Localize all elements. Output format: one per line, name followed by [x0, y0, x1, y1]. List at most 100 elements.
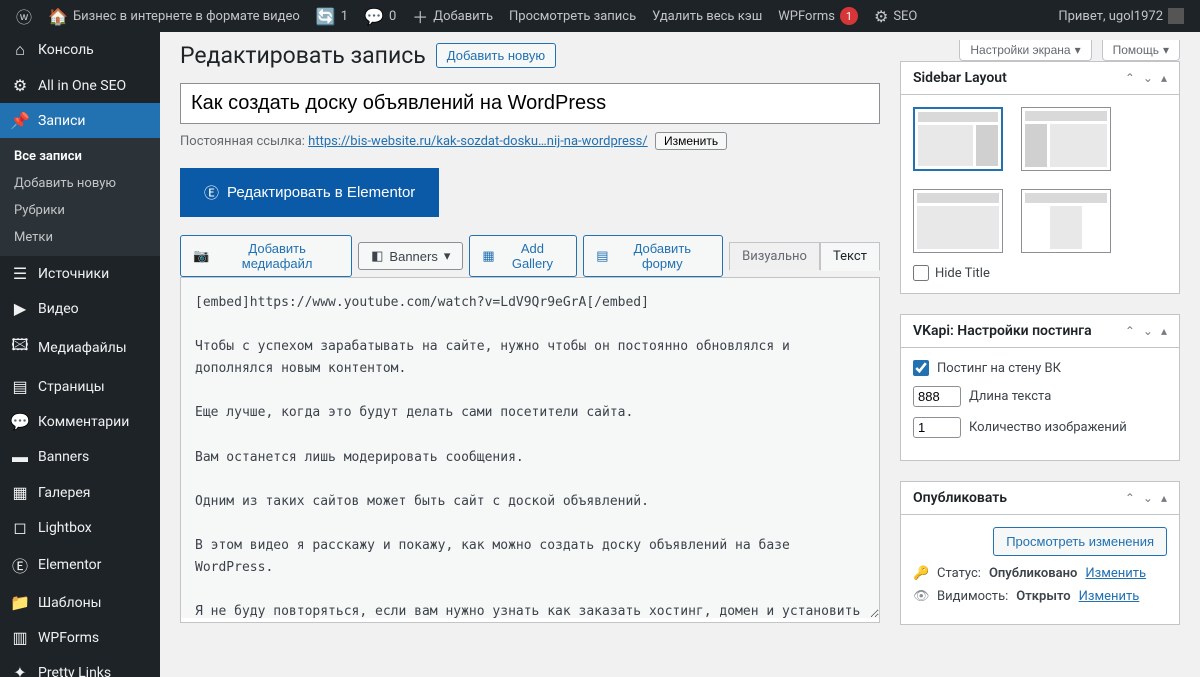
camera-icon: 📷 [193, 248, 209, 264]
chevron-down-icon: ▾ [1075, 43, 1081, 57]
move-up-icon[interactable]: ⌃ [1125, 71, 1135, 85]
publish-title: Опубликовать [913, 490, 1007, 506]
seo-bar[interactable]: ⚙SEO [866, 0, 925, 32]
post-content-textarea[interactable]: [embed]https://www.youtube.com/watch?v=L… [181, 278, 879, 618]
updates[interactable]: 🔄1 [308, 0, 356, 32]
vk-wall-label: Постинг на стену ВК [937, 361, 1061, 376]
move-down-icon[interactable]: ⌄ [1143, 491, 1153, 505]
add-new-button[interactable]: Добавить новую [436, 43, 556, 68]
add-media-button[interactable]: 📷Добавить медиафайл [180, 235, 352, 277]
menu-templates[interactable]: 📁Шаблоны [0, 585, 160, 620]
screen-options-button[interactable]: Настройки экрана▾ [959, 40, 1091, 61]
sidebar-layout-box: Sidebar Layout ⌃ ⌄ ▴ Hide Title [900, 61, 1180, 294]
vk-text-length-label: Длина текста [969, 389, 1051, 404]
vkapi-box: VKapi: Настройки постинга ⌃⌄▴ Постинг на… [900, 314, 1180, 461]
menu-comments[interactable]: 💬Комментарии [0, 404, 160, 439]
vk-images-count-label: Количество изображений [969, 420, 1127, 435]
menu-media[interactable]: 🖾Медиафайлы [0, 326, 160, 369]
aioseo-icon: ⚙ [10, 76, 30, 95]
gallery-icon: ▦ [482, 248, 494, 264]
menu-pages[interactable]: ▤Страницы [0, 369, 160, 404]
menu-elementor[interactable]: ⒺElementor [0, 545, 160, 585]
vk-text-length-input[interactable] [913, 386, 961, 407]
sidebar-layout-title: Sidebar Layout [913, 70, 1007, 86]
site-name[interactable]: 🏠Бизнес в интернете в формате видео [40, 0, 308, 32]
move-down-icon[interactable]: ⌄ [1143, 71, 1153, 85]
layout-left-sidebar[interactable] [1021, 107, 1111, 171]
submenu-all-posts[interactable]: Все записи [0, 143, 160, 170]
vk-wall-checkbox[interactable] [913, 360, 929, 376]
toggle-icon[interactable]: ▴ [1161, 71, 1167, 85]
menu-lightbox[interactable]: ◻Lightbox [0, 510, 160, 545]
move-up-icon[interactable]: ⌃ [1125, 324, 1135, 338]
wp-logo[interactable]: ⓦ [8, 0, 40, 32]
avatar [1168, 8, 1184, 24]
tab-text[interactable]: Текст [820, 242, 880, 271]
menu-banners[interactable]: ▬Banners [0, 439, 160, 475]
edit-with-elementor-button[interactable]: ⒺРедактировать в Elementor [180, 168, 439, 217]
toggle-icon[interactable]: ▴ [1161, 491, 1167, 505]
menu-aioseo[interactable]: ⚙All in One SEO [0, 68, 160, 103]
preview-changes-button[interactable]: Просмотреть изменения [993, 527, 1167, 556]
admin-sidebar: ⌂Консоль ⚙All in One SEO 📌Записи Все зап… [0, 32, 160, 677]
add-form-button[interactable]: ▤Добавить форму [583, 235, 723, 277]
status-edit-link[interactable]: Изменить [1085, 566, 1146, 581]
menu-posts[interactable]: 📌Записи [0, 103, 160, 138]
submenu-add-new[interactable]: Добавить новую [0, 170, 160, 197]
chevron-down-icon: ▾ [1163, 43, 1169, 57]
submenu-categories[interactable]: Рубрики [0, 197, 160, 224]
key-icon: 🔑 [913, 566, 929, 581]
permalink-row: Постоянная ссылка: https://bis-website.r… [180, 132, 880, 150]
submenu-tags[interactable]: Метки [0, 224, 160, 251]
permalink-url[interactable]: https://bis-website.ru/kak-sozdat-dosku…… [308, 134, 648, 149]
star-icon: ✦ [10, 663, 30, 677]
media-icon: 🖾 [10, 334, 30, 361]
menu-gallery[interactable]: ▦Галерея [0, 475, 160, 510]
eye-icon: 👁 [913, 589, 929, 604]
permalink-label: Постоянная ссылка: [180, 134, 305, 149]
toggle-icon[interactable]: ▴ [1161, 324, 1167, 338]
tab-visual[interactable]: Визуально [729, 242, 820, 270]
wpforms-bar[interactable]: WPForms1 [770, 0, 866, 32]
permalink-edit-button[interactable]: Изменить [655, 132, 727, 150]
user-greeting[interactable]: Привет, ugol1972 [1050, 0, 1192, 32]
help-button[interactable]: Помощь▾ [1102, 40, 1180, 61]
view-post[interactable]: Просмотреть запись [501, 0, 644, 32]
templates-icon: 📁 [10, 593, 30, 612]
publish-box: Опубликовать ⌃ ⌄ ▴ Просмотреть изменения 🔑… [900, 481, 1180, 625]
menu-video[interactable]: ▶Видео [0, 291, 160, 326]
form-icon: ▤ [596, 248, 608, 264]
menu-sources[interactable]: ☰Источники [0, 256, 160, 291]
vk-images-count-input[interactable] [913, 417, 961, 438]
hide-title-checkbox[interactable] [913, 265, 929, 281]
wpforms-icon: ▥ [10, 628, 30, 647]
sources-icon: ☰ [10, 264, 30, 283]
menu-console[interactable]: ⌂Консоль [0, 32, 160, 68]
visibility-edit-link[interactable]: Изменить [1079, 589, 1140, 604]
layout-right-sidebar[interactable] [913, 107, 1003, 171]
banners-button[interactable]: ◧Banners▾ [358, 242, 463, 270]
video-icon: ▶ [10, 299, 30, 318]
layout-full[interactable] [913, 189, 1003, 253]
elementor-icon: Ⓔ [10, 553, 30, 577]
move-up-icon[interactable]: ⌃ [1125, 491, 1135, 505]
move-down-icon[interactable]: ⌄ [1143, 324, 1153, 338]
banner-icon: ◧ [371, 248, 383, 264]
add-gallery-button[interactable]: ▦Add Gallery [469, 235, 577, 277]
menu-wpforms[interactable]: ▥WPForms [0, 620, 160, 655]
post-title-input[interactable] [180, 83, 880, 124]
delete-cache[interactable]: Удалить весь кэш [644, 0, 770, 32]
chevron-down-icon: ▾ [444, 248, 451, 264]
menu-pretty-links[interactable]: ✦Pretty Links [0, 655, 160, 677]
page-title: Редактировать запись [180, 42, 426, 69]
elementor-icon: Ⓔ [204, 182, 219, 203]
add-new[interactable]: ＋Добавить [404, 0, 501, 32]
banners-icon: ▬ [10, 447, 30, 467]
dashboard-icon: ⌂ [10, 40, 30, 60]
gallery-icon: ▦ [10, 483, 30, 502]
lightbox-icon: ◻ [10, 518, 30, 537]
layout-narrow[interactable] [1021, 189, 1111, 253]
comments[interactable]: 💬0 [356, 0, 404, 32]
pin-icon: 📌 [10, 111, 30, 130]
hide-title-row[interactable]: Hide Title [913, 265, 1167, 281]
